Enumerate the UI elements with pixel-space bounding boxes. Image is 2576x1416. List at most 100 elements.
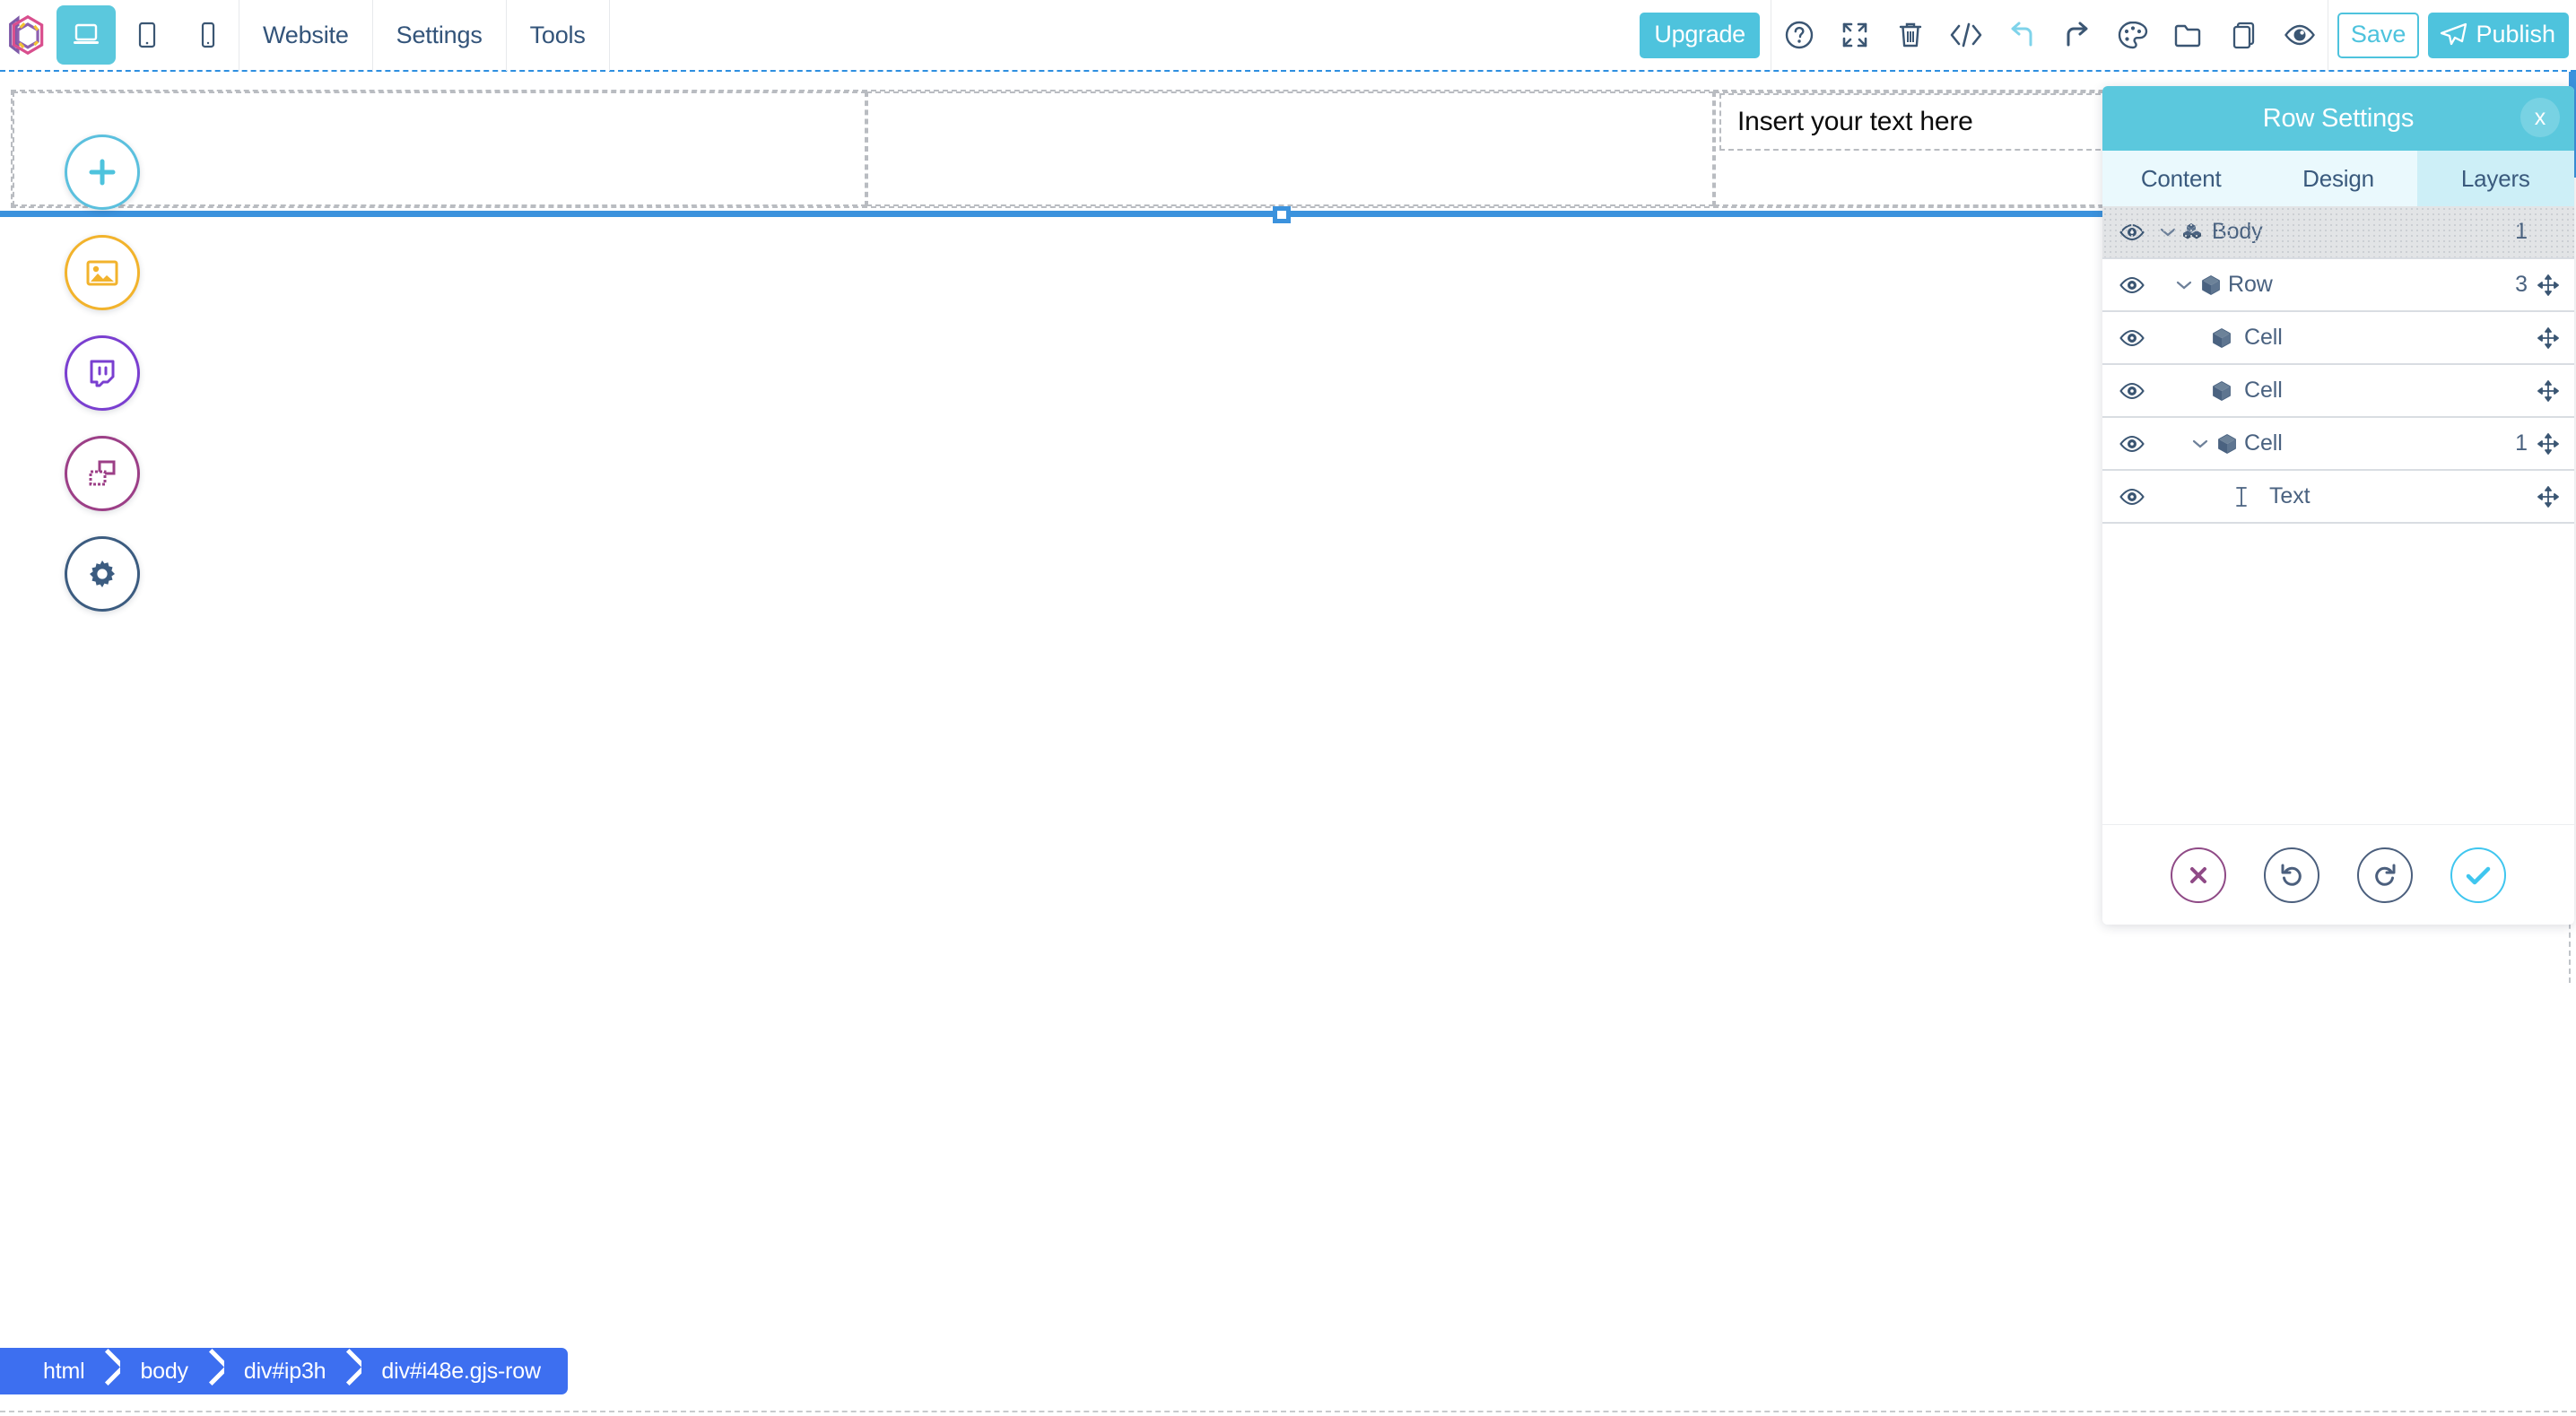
tab-layers[interactable]: Layers [2416,151,2574,206]
layer-row-row[interactable]: Row 3 [2102,259,2574,312]
breadcrumb-item-div-ip3h[interactable]: div#ip3h [223,1348,335,1394]
pages-button[interactable] [2223,6,2266,64]
top-toolbar: Website Settings Tools Upgrade Save Publ… [0,0,2576,72]
redo-arrow-icon [2375,864,2396,886]
add-block-button[interactable] [65,135,140,210]
visibility-eye-icon[interactable] [2110,435,2154,453]
paper-plane-icon [2441,22,2467,46]
move-icon[interactable] [2533,379,2563,402]
cancel-button[interactable] [2171,847,2226,903]
box-icon [2213,380,2231,401]
hexagon-logo-icon [9,14,44,56]
layer-row-body[interactable]: Body 1 [2102,206,2574,259]
device-mobile-button[interactable] [178,5,238,65]
layer-name: Cell [2244,325,2283,350]
panel-tabs: Content Design Layers [2102,151,2574,206]
move-arrows-icon [2537,485,2559,508]
layer-row-cell[interactable]: Cell [2102,312,2574,365]
fullscreen-icon [1842,22,1867,48]
confirm-button[interactable] [2450,847,2506,903]
image-icon [86,260,118,286]
expand-chevron-down-icon[interactable] [2154,227,2181,238]
layer-name: Cell [2244,378,2283,403]
breadcrumb-item-html[interactable]: html [0,1348,94,1394]
text-cursor-icon [2236,486,2247,507]
check-icon [2466,866,2491,884]
layer-row-cell[interactable]: Cell [2102,365,2574,418]
visibility-eye-icon[interactable] [2110,382,2154,400]
device-tablet-button[interactable] [117,5,177,65]
redo-button[interactable] [2056,6,2099,64]
layers-list: Body 1 Row 3 Cell Cell Cell 1 Text [2102,206,2574,824]
box-icon [2208,380,2235,402]
menu-website[interactable]: Website [239,0,372,71]
layer-row-cell[interactable]: Cell 1 [2102,418,2574,471]
eye-icon [2119,223,2145,240]
box-icon [2213,327,2231,348]
visibility-eye-icon[interactable] [2110,488,2154,506]
move-icon[interactable] [2533,274,2563,296]
visibility-eye-icon[interactable] [2110,276,2154,294]
upgrade-button[interactable]: Upgrade [1640,12,1760,58]
undo-icon [2011,22,2032,47]
breadcrumb-item-div-i48e-gjs-row[interactable]: div#i48e.gjs-row [361,1348,568,1394]
preview-button[interactable] [2278,6,2321,64]
move-icon[interactable] [2533,432,2563,455]
breadcrumb: html body div#ip3h div#i48e.gjs-row [0,1348,568,1394]
box-icon [2214,433,2241,455]
visibility-eye-icon[interactable] [2110,329,2154,347]
device-desktop-button[interactable] [57,5,116,65]
code-button[interactable] [1945,6,1988,64]
row-resize-handle[interactable] [1273,206,1291,223]
toolbar-divider [608,0,610,71]
chat-icon [90,360,115,387]
menu-tools[interactable]: Tools [507,0,609,71]
theme-button[interactable] [2111,6,2154,64]
mobile-icon [201,22,215,48]
trash-icon [1899,22,1922,48]
image-button[interactable] [65,235,140,310]
help-icon [1785,21,1814,49]
fullscreen-button[interactable] [1833,6,1876,64]
expand-chevron-down-icon[interactable] [2171,280,2197,291]
assets-button[interactable] [2167,6,2210,64]
undo-button[interactable] [2000,6,2043,64]
tab-design[interactable]: Design [2259,151,2417,206]
gear-icon [90,560,115,587]
blocks-icon [2183,222,2201,239]
visibility-eye-icon[interactable] [2110,223,2154,241]
publish-label: Publish [2476,20,2555,48]
chat-button[interactable] [65,335,140,411]
panel-header: Row Settings x [2102,86,2574,151]
close-icon[interactable]: x [2520,98,2560,137]
chevron-down-icon [2192,439,2208,447]
desktop-icon [74,23,99,44]
breadcrumb-item-body[interactable]: body [120,1348,197,1394]
layers-icon [89,460,116,486]
layers-button[interactable] [65,436,140,511]
menu-settings[interactable]: Settings [373,0,506,71]
settings-button[interactable] [65,536,140,612]
move-arrows-icon [2537,432,2559,455]
layer-child-count: 1 [2515,430,2528,456]
canvas-cell-2[interactable] [866,91,1714,206]
redo-button[interactable] [2357,847,2413,903]
blocks-icon [2181,222,2208,242]
tab-content[interactable]: Content [2102,151,2260,206]
move-arrows-icon [2537,379,2559,402]
delete-button[interactable] [1889,6,1932,64]
move-icon[interactable] [2533,326,2563,349]
expand-chevron-down-icon[interactable] [2187,439,2214,449]
chevron-down-icon [2160,228,2176,236]
undo-button[interactable] [2264,847,2319,903]
code-icon [1950,22,1982,48]
eye-icon [2119,329,2145,346]
app-logo[interactable] [0,0,56,71]
save-button[interactable]: Save [2337,12,2420,58]
help-button[interactable] [1778,6,1821,64]
layer-row-text[interactable]: Text [2102,471,2574,524]
panel-title: Row Settings [2262,103,2415,133]
layer-child-count: 1 [2515,219,2528,244]
publish-button[interactable]: Publish [2428,12,2569,58]
move-icon[interactable] [2533,485,2563,508]
